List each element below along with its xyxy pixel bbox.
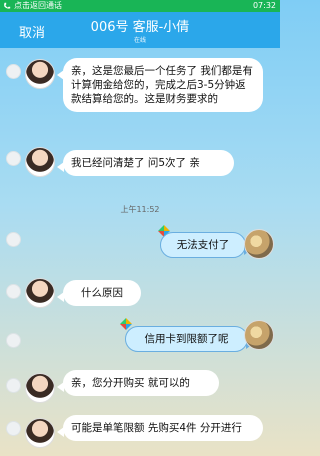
- message-6[interactable]: 亲，您分开购买 就可以的: [57, 370, 219, 396]
- agent-avatar[interactable]: [25, 418, 55, 448]
- agent-avatar[interactable]: [25, 147, 55, 177]
- select-dot[interactable]: [6, 333, 21, 348]
- chat-header: 取消 006号 客服-小倩 在线: [0, 12, 280, 48]
- select-dot[interactable]: [6, 64, 21, 79]
- select-dot[interactable]: [6, 284, 21, 299]
- agent-avatar[interactable]: [25, 59, 55, 89]
- message-7[interactable]: 可能是单笔限额 先购买4件 分开进行: [57, 415, 263, 441]
- select-dot[interactable]: [6, 421, 21, 436]
- message-1[interactable]: 亲，这是您最后一个任务了 我们都是有计算佣金给您的，完成之后3-5分钟返款结算给…: [57, 58, 263, 112]
- agent-avatar[interactable]: [25, 373, 55, 403]
- user-avatar[interactable]: [244, 320, 274, 350]
- timestamp: 上午11:52: [120, 205, 160, 214]
- chat-title: 006号 客服-小倩: [90, 20, 190, 35]
- message-5[interactable]: 信用卡到限额了呢: [125, 326, 253, 352]
- user-avatar[interactable]: [244, 229, 274, 259]
- select-dot[interactable]: [6, 151, 21, 166]
- return-to-call-text[interactable]: 点击返回通话: [14, 0, 62, 12]
- agent-avatar[interactable]: [25, 278, 55, 308]
- phone-icon: [4, 2, 11, 9]
- select-dot[interactable]: [6, 232, 21, 247]
- online-status: 在线: [133, 37, 146, 44]
- chat-area[interactable]: 亲，这是您最后一个任务了 我们都是有计算佣金给您的，完成之后3-5分钟返款结算给…: [0, 48, 280, 456]
- message-3[interactable]: 无法支付了: [160, 232, 251, 258]
- message-2[interactable]: 我已经问清楚了 问5次了 亲: [57, 150, 234, 176]
- message-4[interactable]: 什么原因: [57, 280, 141, 306]
- status-time: 07:32: [252, 1, 276, 10]
- status-bar[interactable]: 点击返回通话 07:32: [0, 0, 280, 12]
- select-dot[interactable]: [6, 378, 21, 393]
